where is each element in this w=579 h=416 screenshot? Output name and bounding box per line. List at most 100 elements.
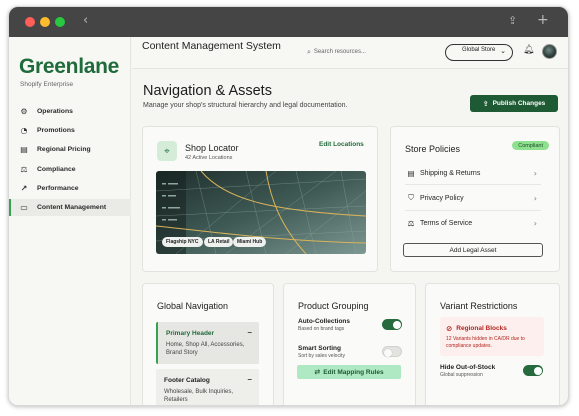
search-icon: ⌕ [307, 47, 311, 56]
price-tag-icon: ▤ [20, 145, 28, 154]
sidebar-item-content-management[interactable]: ▭ Content Management [9, 199, 131, 216]
upload-icon: ⇪ [482, 99, 489, 108]
policy-item-privacy[interactable]: ⛉ Privacy Policy › [405, 189, 541, 207]
new-tab-plus-icon[interactable]: + [537, 12, 549, 28]
auto-collections-label: Auto-Collections [298, 318, 350, 325]
hide-out-of-stock-label: Hide Out-of-Stock [440, 364, 496, 371]
app-title: Content Management System [142, 40, 281, 52]
search-input[interactable]: ⌕ Search resources... [307, 46, 437, 58]
sidebar-item-regional-pricing[interactable]: ▤ Regional Pricing [9, 141, 131, 158]
search-placeholder: Search resources... [313, 49, 366, 55]
gavel-icon: ⚖ [20, 165, 28, 174]
publish-label: Publish Changes [492, 100, 546, 107]
sidebar: Greenlane Shopify Enterprise ⚙ Operation… [9, 37, 131, 405]
shop-locator-title: Shop Locator [185, 143, 239, 153]
alert-title: Regional Blocks [456, 325, 507, 332]
menu-items: Home, Shop All, Accessories, Brand Story [166, 342, 245, 356]
clipboard-icon: ▤ [407, 168, 415, 178]
shield-icon: ⛉ [408, 193, 414, 202]
drag-handle-icon[interactable]: – [248, 375, 252, 384]
store-selector[interactable]: Global Store ⌄ [445, 44, 513, 61]
divider [405, 210, 541, 211]
sidebar-item-performance[interactable]: ↗ Performance [9, 180, 131, 197]
global-navigation-card: Global Navigation Primary Header – Home,… [142, 283, 274, 405]
avatar[interactable] [542, 44, 557, 59]
location-chip[interactable]: Flagship NYC [162, 237, 203, 247]
menu-title: Primary Header [166, 330, 215, 337]
product-grouping-title: Product Grouping [298, 301, 369, 311]
policy-label: Terms of Service [420, 219, 473, 227]
sidebar-item-compliance[interactable]: ⚖ Compliance [9, 161, 131, 178]
top-header: Content Management System ⌕ Search resou… [132, 37, 568, 69]
policy-item-terms[interactable]: ⚖ Terms of Service › [405, 214, 541, 232]
trend-icon: ↗ [20, 184, 28, 193]
brand-subtitle: Shopify Enterprise [20, 81, 74, 88]
toggle-knob [533, 366, 542, 375]
menu-title: Footer Catalog [164, 377, 210, 384]
toggle-knob [392, 320, 401, 329]
store-policies-card: Store Policies Compliant ▤ Shipping & Re… [390, 126, 560, 272]
share-icon[interactable]: ⇪ [508, 14, 517, 27]
chevron-right-icon: › [533, 168, 537, 178]
page-title: Navigation & Assets [143, 83, 272, 99]
gavel-icon: ⚖ [407, 218, 415, 228]
variant-restrictions-title: Variant Restrictions [440, 301, 518, 311]
content-icon: ▭ [20, 203, 28, 212]
store-policies-title: Store Policies [405, 144, 461, 154]
main-content: Content Management System ⌕ Search resou… [132, 37, 568, 405]
product-grouping-card: Product Grouping Auto-Collections Based … [283, 283, 416, 405]
regional-blocks-alert: ⊘ Regional Blocks 12 Variants hidden in … [440, 317, 544, 356]
sidebar-item-operations[interactable]: ⚙ Operations [9, 103, 131, 120]
sidebar-item-label: Promotions [37, 127, 75, 134]
global-navigation-title: Global Navigation [157, 301, 229, 311]
locations-map[interactable]: Flagship NYC LA Retail Miami Hub [156, 171, 366, 254]
sidebar-item-label: Performance [37, 185, 79, 192]
sidebar-item-label: Compliance [37, 166, 76, 173]
drag-handle-icon[interactable]: – [248, 328, 252, 337]
hide-out-of-stock-toggle[interactable] [523, 365, 543, 376]
minimize-window-button[interactable] [40, 17, 50, 27]
location-chip[interactable]: Miami Hub [233, 237, 267, 247]
sidebar-item-promotions[interactable]: ◔ Promotions [9, 122, 131, 139]
active-locations-count: 42 Active Locations [185, 155, 233, 161]
policy-label: Shipping & Returns [420, 169, 481, 177]
app-window: ‹ ⇪ + Greenlane Shopify Enterprise ⚙ Ope… [8, 6, 569, 406]
sidebar-item-label: Regional Pricing [37, 146, 91, 153]
policy-item-shipping-returns[interactable]: ▤ Shipping & Returns › [405, 164, 541, 182]
shuffle-icon: ⇄ [314, 368, 321, 376]
maximize-window-button[interactable] [55, 17, 65, 27]
menu-primary-header[interactable]: Primary Header – Home, Shop All, Accesso… [156, 322, 259, 364]
chevron-right-icon: › [533, 193, 537, 203]
smart-sorting-toggle[interactable] [382, 346, 402, 357]
edit-locations-link[interactable]: Edit Locations [319, 141, 364, 148]
menu-footer-catalog[interactable]: Footer Catalog – Wholesale, Bulk Inquiri… [156, 369, 259, 405]
megaphone-icon: ◔ [20, 126, 28, 135]
location-chip[interactable]: LA Retail [204, 237, 234, 247]
close-window-button[interactable] [25, 17, 35, 27]
page-subtitle: Manage your shop's structural hierarchy … [143, 102, 348, 109]
back-chevron-icon[interactable]: ‹ [83, 13, 88, 28]
chevron-down-icon: ⌄ [500, 47, 506, 55]
shop-locator-card: ⌖ Shop Locator 42 Active Locations Edit … [142, 126, 378, 272]
map-pin-icon: ⌖ [157, 141, 177, 161]
edit-mapping-rules-button[interactable]: ⇄ Edit Mapping Rules [297, 365, 401, 379]
store-selector-label: Global Store [462, 47, 496, 53]
brand-logo: Greenlane [19, 55, 120, 78]
add-legal-asset-button[interactable]: Add Legal Asset [403, 243, 543, 257]
smart-sorting-desc: Sort by sales velocity [298, 353, 345, 359]
auto-collections-toggle[interactable] [382, 319, 402, 330]
window-titlebar: ‹ ⇪ + [9, 7, 568, 37]
divider [405, 184, 541, 185]
variant-restrictions-card: Variant Restrictions ⊘ Regional Blocks 1… [425, 283, 560, 405]
toggle-knob [384, 348, 392, 357]
publish-changes-button[interactable]: ⇪ Publish Changes [470, 95, 558, 112]
sliders-icon: ⚙ [20, 107, 28, 116]
hide-out-of-stock-desc: Global suppression [440, 372, 483, 378]
compliance-status-badge: Compliant [512, 141, 549, 150]
blocked-icon: ⊘ [446, 324, 453, 333]
policy-label: Privacy Policy [420, 194, 464, 202]
alert-description: 12 Variants hidden in CA/DR due to compl… [446, 336, 525, 349]
bell-icon[interactable]: 🔔︎ [523, 45, 534, 55]
auto-collections-desc: Based on brand tags [298, 326, 345, 332]
edit-mapping-label: Edit Mapping Rules [323, 368, 384, 376]
